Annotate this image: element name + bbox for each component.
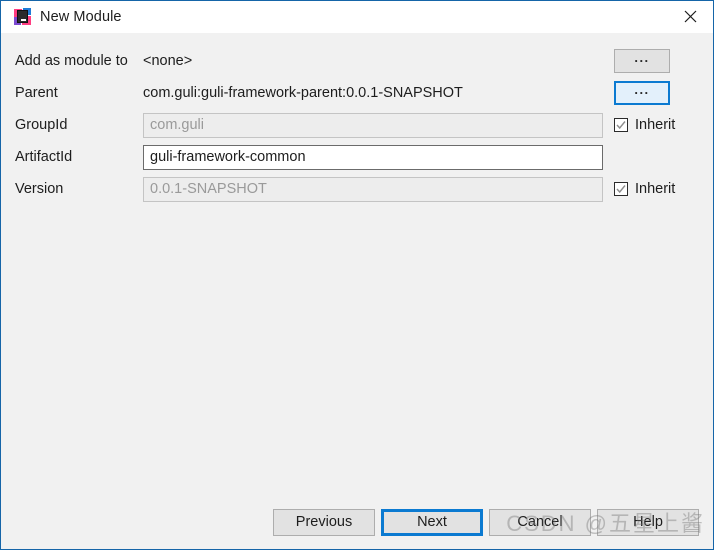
checkbox-icon: [614, 118, 628, 132]
version-input[interactable]: [143, 176, 603, 202]
next-button[interactable]: Next: [381, 508, 483, 536]
dialog-footer: Previous Next Cancel Help: [1, 505, 713, 539]
inherit-label-version: Inherit: [635, 181, 676, 197]
value-container-add-as-module-to: <none>: [143, 53, 603, 69]
right-version: Inherit: [603, 181, 703, 197]
label-add-as-module-to: Add as module to: [15, 53, 128, 69]
module-form: Add as module to <none> ... Parent com.g…: [1, 33, 713, 205]
row-parent: Parent com.guli:guli-framework-parent:0.…: [1, 77, 713, 109]
groupid-input[interactable]: [143, 112, 603, 138]
value-add-as-module-to: <none>: [143, 53, 193, 69]
value-container-groupid: [143, 112, 603, 138]
dialog-content: Add as module to <none> ... Parent com.g…: [1, 32, 713, 549]
value-container-parent: com.guli:guli-framework-parent:0.0.1-SNA…: [143, 85, 603, 101]
cancel-button[interactable]: Cancel: [489, 508, 591, 536]
value-container-artifactid: [143, 144, 603, 170]
window-title: New Module: [40, 8, 122, 25]
value-parent: com.guli:guli-framework-parent:0.0.1-SNA…: [143, 85, 463, 101]
browse-button-add-as-module-to[interactable]: ...: [614, 49, 670, 73]
value-container-version: [143, 176, 603, 202]
ellipsis-icon: ...: [634, 49, 650, 65]
label-version: Version: [15, 181, 64, 197]
intellij-idea-icon: [14, 8, 31, 25]
new-module-dialog: New Module Add as module to <none> ... P…: [0, 0, 714, 550]
artifactid-input[interactable]: [143, 144, 603, 170]
inherit-label-groupid: Inherit: [635, 117, 676, 133]
right-groupid: Inherit: [603, 117, 703, 133]
previous-button[interactable]: Previous: [273, 508, 375, 536]
inherit-checkbox-groupid[interactable]: Inherit: [614, 117, 675, 133]
titlebar: New Module: [1, 1, 713, 32]
label-groupid: GroupId: [15, 117, 68, 133]
row-version: Version Inherit: [1, 173, 713, 205]
browse-button-parent[interactable]: ...: [614, 81, 670, 105]
right-parent: ...: [603, 81, 703, 105]
row-artifactid: ArtifactId: [1, 141, 713, 173]
row-add-as-module-to: Add as module to <none> ...: [1, 45, 713, 77]
ellipsis-icon: ...: [634, 81, 650, 97]
label-artifactid: ArtifactId: [15, 149, 73, 165]
right-add-as-module-to: ...: [603, 49, 703, 73]
row-groupid: GroupId Inherit: [1, 109, 713, 141]
help-button[interactable]: Help: [597, 508, 699, 536]
inherit-checkbox-version[interactable]: Inherit: [614, 181, 675, 197]
label-parent: Parent: [15, 85, 58, 101]
checkbox-icon: [614, 182, 628, 196]
close-icon[interactable]: [667, 1, 713, 32]
